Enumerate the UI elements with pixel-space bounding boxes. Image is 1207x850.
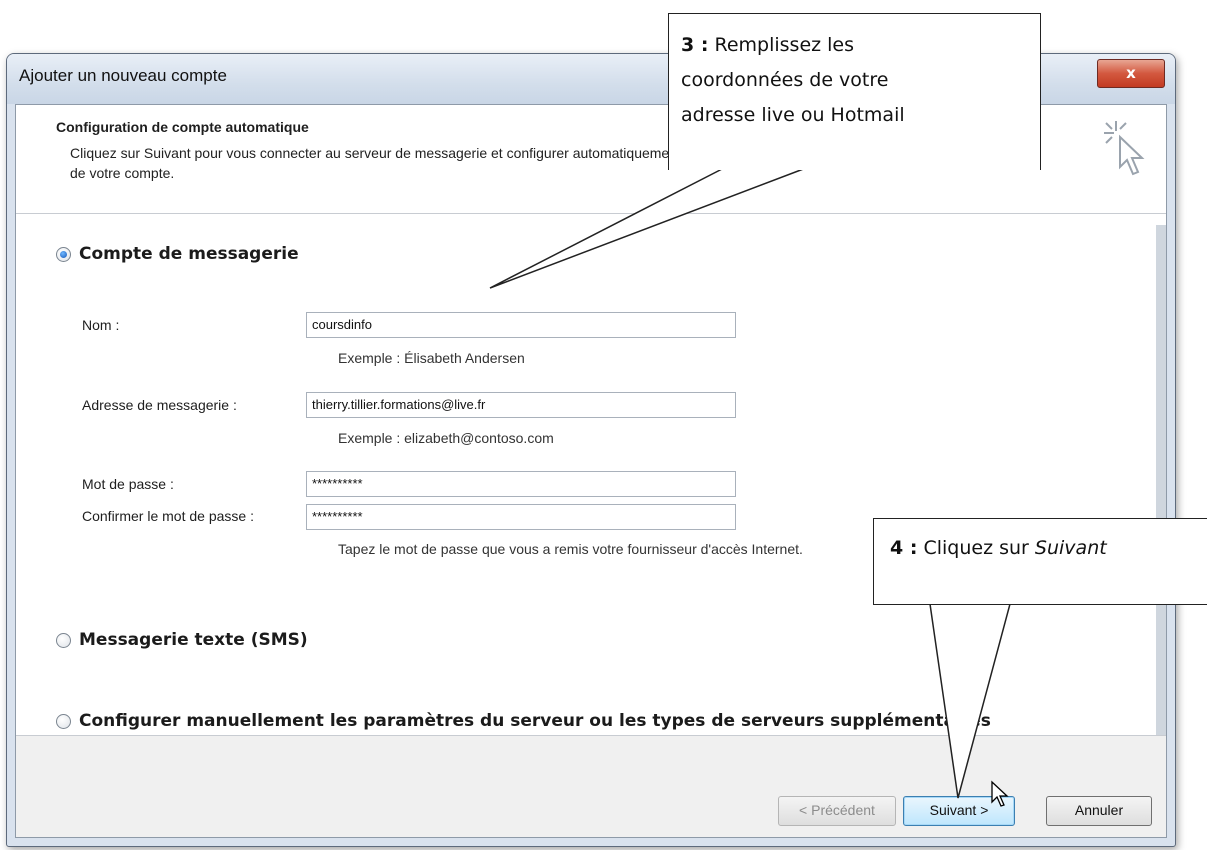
window-title: Ajouter un nouveau compte xyxy=(19,66,227,85)
email-input[interactable]: thierry.tillier.formations@live.fr xyxy=(306,392,736,418)
name-label: Nom : xyxy=(82,317,120,333)
option-sms-label: Messagerie texte (SMS) xyxy=(79,630,308,650)
callout-3-line3: adresse live ou Hotmail xyxy=(681,104,905,126)
password-label: Mot de passe : xyxy=(82,476,174,492)
option-manual-config-label: Configurer manuellement les paramètres d… xyxy=(79,711,991,731)
callout-step-4: 4 : Cliquez sur Suivant xyxy=(873,518,1207,605)
confirm-password-label: Confirmer le mot de passe : xyxy=(82,508,254,524)
email-hint: Exemple : elizabeth@contoso.com xyxy=(338,430,554,446)
confirm-password-input[interactable]: ********** xyxy=(306,504,736,530)
callout-step-3: 3 : Remplissez les coordonnées de votre … xyxy=(668,13,1041,170)
option-email-account-label: Compte de messagerie xyxy=(79,244,299,264)
name-input[interactable]: coursdinfo xyxy=(306,312,736,338)
callout-3-number: 3 : xyxy=(681,34,709,56)
dialog-client-area: Configuration de compte automatique Cliq… xyxy=(15,104,1167,838)
scrollbar[interactable] xyxy=(1156,225,1166,765)
option-manual-config[interactable]: Configurer manuellement les paramètres d… xyxy=(56,711,991,731)
mouse-cursor-icon xyxy=(991,780,1009,807)
callout-3-line1: Remplissez les xyxy=(714,34,855,56)
callout-3-line2: coordonnées de votre xyxy=(681,69,889,91)
previous-button[interactable]: < Précédent xyxy=(778,796,896,826)
name-hint: Exemple : Élisabeth Andersen xyxy=(338,350,525,366)
option-sms[interactable]: Messagerie texte (SMS) xyxy=(56,630,308,650)
cancel-button[interactable]: Annuler xyxy=(1046,796,1152,826)
password-input[interactable]: ********** xyxy=(306,471,736,497)
option-email-account[interactable]: Compte de messagerie xyxy=(56,244,299,264)
header-title: Configuration de compte automatique xyxy=(56,119,309,135)
radio-manual-config[interactable] xyxy=(56,713,71,729)
email-label: Adresse de messagerie : xyxy=(82,397,237,413)
password-hint: Tapez le mot de passe que vous a remis v… xyxy=(338,541,803,557)
callout-4-number: 4 : xyxy=(890,537,918,559)
radio-email-account[interactable] xyxy=(56,246,71,262)
add-account-dialog: Ajouter un nouveau compte x Configuratio… xyxy=(6,53,1176,847)
wizard-cursor-icon xyxy=(1104,121,1145,176)
close-button[interactable]: x xyxy=(1097,59,1165,88)
callout-4-text: Cliquez sur xyxy=(923,537,1029,559)
dialog-body: Compte de messagerie Nom : coursdinfo Ex… xyxy=(16,214,1166,784)
callout-4-emphasis: Suivant xyxy=(1034,537,1107,559)
radio-sms[interactable] xyxy=(56,632,71,648)
